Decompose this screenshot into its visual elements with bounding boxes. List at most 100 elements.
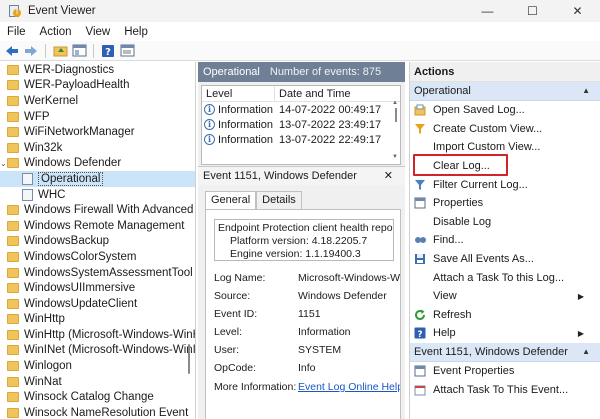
tree-item[interactable]: ⌄ Windows Defender (0, 156, 195, 172)
column-date-time[interactable]: Date and Time (275, 88, 351, 100)
event-level-cell: i Information (202, 119, 275, 131)
tree-item[interactable]: Windows Remote Management (0, 218, 195, 234)
log-panel: Operational Number of events: 875 Level … (198, 62, 405, 419)
tree-item[interactable]: WER-Diagnostics (0, 62, 195, 78)
close-icon[interactable]: ✕ (384, 169, 393, 182)
event-datetime: 14-07-2022 00:49:17 (279, 103, 382, 116)
help-icon[interactable]: ? (100, 43, 116, 59)
tree-item[interactable]: WinHttp (0, 312, 195, 328)
event-row[interactable]: i Information 13-07-2022 22:49:17 (202, 132, 400, 147)
tree-item[interactable]: WER-PayloadHealth (0, 78, 195, 94)
actions-section-event[interactable]: Event 1151, Windows Defender ▲ (410, 342, 600, 362)
action-event-properties[interactable]: Event Properties (410, 362, 600, 381)
properties-icon (414, 197, 426, 209)
expand-icon[interactable]: ⌄ (0, 159, 7, 168)
action-label: Save All Events As... (433, 253, 534, 266)
maximize-button[interactable]: ☐ (510, 0, 555, 22)
log-icon (22, 172, 33, 185)
event-row[interactable]: i Information 14-07-2022 00:49:17 (202, 102, 400, 117)
events-scrollbar[interactable]: ▲ ▼ (392, 100, 399, 162)
tree-item[interactable]: WerKernel (0, 93, 195, 109)
collapse-icon[interactable]: ▲ (582, 347, 590, 356)
action-filter-current-log[interactable]: Filter Current Log... (410, 175, 600, 194)
action-open-saved-log[interactable]: Open Saved Log... (410, 101, 600, 120)
event-row[interactable]: i Information 13-07-2022 23:49:17 (202, 117, 400, 132)
column-level[interactable]: Level (202, 85, 275, 102)
tree-item[interactable]: WindowsUpdateClient (0, 296, 195, 312)
action-attach-task-to-this-event[interactable]: Attach Task To This Event... (410, 380, 600, 399)
detail-field-value: Information (298, 326, 351, 338)
folder-icon (7, 345, 19, 356)
tree-item[interactable]: WiFiNetworkManager (0, 124, 195, 140)
tree-item[interactable]: Windows Firewall With Advanced Secu (0, 202, 195, 218)
folder-icon (7, 111, 19, 122)
action-view[interactable]: View ▶ (410, 287, 600, 306)
tree-item[interactable]: Win32k (0, 140, 195, 156)
tree-item[interactable]: Winsock Catalog Change (0, 389, 195, 405)
title-bar: ! Event Viewer — ☐ ✕ (0, 0, 600, 22)
tree-item[interactable]: WindowsColorSystem (0, 249, 195, 265)
tree-item-label: WinINet (Microsoft-Windows-WinINet (24, 344, 196, 357)
back-arrow-icon[interactable] (4, 43, 20, 59)
action-label: Attach a Task To this Log... (433, 271, 565, 284)
tree-item[interactable]: Winlogon (0, 358, 195, 374)
tree-item-label: Winlogon (24, 360, 72, 373)
tree-item[interactable]: WindowsBackup (0, 234, 195, 250)
event-datetime: 13-07-2022 23:49:17 (279, 118, 382, 131)
tree-item-label: WFP (24, 110, 50, 123)
close-button[interactable]: ✕ (555, 0, 600, 22)
minimize-button[interactable]: — (465, 0, 510, 22)
detail-field-label: User: (214, 344, 240, 356)
action-attach-a-task-to-this-log[interactable]: Attach a Task To this Log... (410, 268, 600, 287)
action-label: Attach Task To This Event... (433, 383, 569, 396)
properties-icon[interactable] (119, 43, 135, 59)
detail-field-value: Microsoft-Windows-Wi (298, 272, 400, 284)
menu-file[interactable]: File (0, 26, 33, 38)
tree-item[interactable]: WFP (0, 109, 195, 125)
tree-item[interactable]: Winsock NameResolution Event (0, 405, 195, 419)
tree-item[interactable]: WHC (0, 187, 195, 203)
toolbar: ? (0, 41, 600, 61)
menu-view[interactable]: View (79, 26, 118, 38)
event-description[interactable]: Endpoint Protection client health report… (214, 219, 394, 261)
tree-scrollbar[interactable] (185, 62, 193, 419)
tree-item-label: WindowsUIImmersive (24, 282, 136, 295)
action-disable-log[interactable]: Disable Log (410, 213, 600, 232)
detail-field-label: Level: (214, 326, 243, 338)
collapse-icon[interactable]: ▲ (582, 86, 590, 95)
tab-general[interactable]: General (205, 191, 257, 210)
tree-item-label: WinHttp (24, 313, 65, 326)
online-help-link[interactable]: Event Log Online Help (298, 381, 400, 393)
action-create-custom-view[interactable]: Create Custom View... (410, 120, 600, 139)
tree-item-label: WindowsColorSystem (24, 250, 137, 263)
tree-item[interactable]: WinHttp (Microsoft-Windows-WinHttp (0, 327, 195, 343)
action-properties[interactable]: Properties (410, 194, 600, 213)
tree-item[interactable]: WinINet (Microsoft-Windows-WinINet (0, 343, 195, 359)
tree-item[interactable]: WindowsSystemAssessmentTool (0, 265, 195, 281)
action-help[interactable]: ? Help ▶ (410, 324, 600, 343)
forward-arrow-icon[interactable] (23, 43, 39, 59)
event-detail-title: Event 1151, Windows Defender ✕ (198, 167, 405, 185)
action-find[interactable]: Find... (410, 231, 600, 250)
menu-help[interactable]: Help (117, 26, 155, 38)
tree-item-label: Windows Defender (24, 157, 122, 170)
folder-up-icon[interactable] (52, 43, 68, 59)
folder-icon (7, 127, 19, 138)
tree-item[interactable]: WinNat (0, 374, 195, 390)
tab-details[interactable]: Details (256, 191, 302, 209)
folder-icon (7, 298, 19, 309)
folder-icon (7, 251, 19, 262)
actions-pane: Actions Operational ▲ Open Saved Log... C… (409, 62, 600, 419)
actions-title: Actions (410, 62, 600, 82)
menu-action[interactable]: Action (33, 26, 79, 38)
action-save-all-events-as[interactable]: Save All Events As... (410, 250, 600, 269)
clear-log-highlight-box (413, 154, 508, 176)
show-hide-tree-icon[interactable] (71, 43, 87, 59)
action-label: Refresh (433, 308, 472, 321)
actions-section-operational[interactable]: Operational ▲ (410, 82, 600, 101)
blank-icon (414, 141, 426, 153)
tree-item[interactable]: Operational (0, 171, 195, 187)
tree-item[interactable]: WindowsUIImmersive (0, 280, 195, 296)
action-refresh[interactable]: Refresh (410, 306, 600, 325)
action-label: View (433, 290, 457, 303)
